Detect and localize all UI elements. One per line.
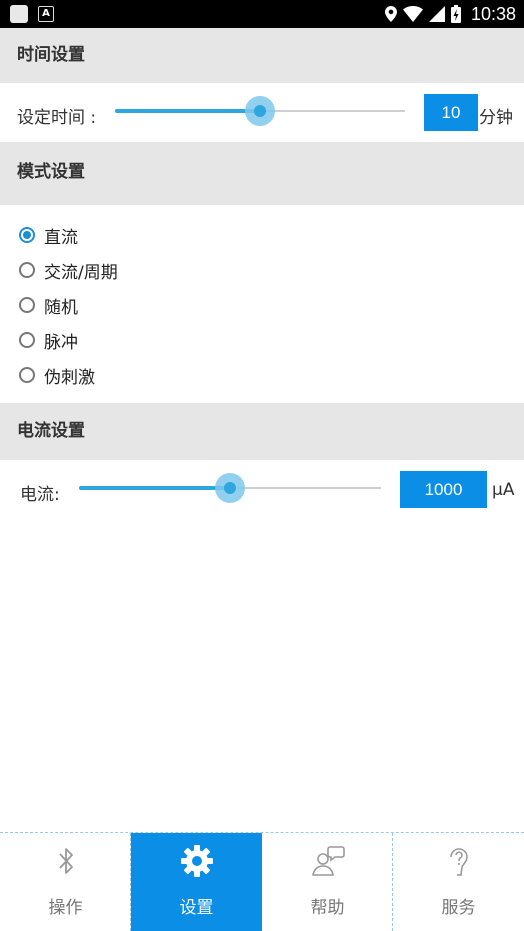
status-bar: A 10:38 bbox=[0, 0, 524, 28]
status-icons: 10:38 bbox=[384, 0, 516, 28]
mode-option-ac[interactable]: 交流/周期 bbox=[19, 255, 118, 285]
radio-button[interactable] bbox=[19, 367, 35, 383]
current-value-field[interactable]: 1000 bbox=[400, 471, 487, 508]
bluetooth-icon bbox=[58, 848, 73, 874]
nav-label: 设置 bbox=[179, 898, 214, 918]
time-settings-header: 时间设置 bbox=[0, 28, 524, 83]
nav-item-settings[interactable]: 设置 bbox=[131, 833, 262, 931]
mode-option-label: 伪刺激 bbox=[44, 367, 95, 388]
radio-button[interactable] bbox=[19, 332, 35, 348]
time-label: 设定时间 : bbox=[17, 108, 97, 128]
location-icon bbox=[384, 6, 397, 22]
gear-icon bbox=[180, 845, 213, 877]
time-unit: 分钟 bbox=[479, 108, 513, 128]
mode-option-label: 随机 bbox=[44, 297, 78, 318]
mode-option-label: 脉冲 bbox=[44, 332, 78, 353]
nav-label: 操作 bbox=[48, 898, 83, 918]
nav-item-operate[interactable]: 操作 bbox=[0, 833, 131, 931]
mode-option-dc[interactable]: 直流 bbox=[19, 220, 78, 250]
current-settings-header: 电流设置 bbox=[0, 403, 524, 460]
notification-a-icon: A bbox=[38, 6, 54, 22]
nav-label: 服务 bbox=[441, 898, 476, 918]
nav-item-help[interactable]: 帮助 bbox=[262, 833, 393, 931]
nav-label: 帮助 bbox=[310, 898, 345, 918]
wifi-icon bbox=[402, 6, 423, 22]
mode-option-random[interactable]: 随机 bbox=[19, 290, 78, 320]
mode-settings-header: 模式设置 bbox=[0, 142, 524, 205]
help-chat-icon bbox=[311, 846, 345, 876]
current-slider-thumb[interactable] bbox=[224, 482, 236, 494]
mode-option-pulse[interactable]: 脉冲 bbox=[19, 325, 78, 355]
current-label: 电流: bbox=[20, 485, 60, 505]
clock: 10:38 bbox=[470, 3, 516, 24]
radio-button[interactable] bbox=[19, 297, 35, 313]
mode-option-label: 交流/周期 bbox=[44, 262, 118, 283]
signal-icon bbox=[428, 6, 445, 22]
bottom-nav: 操作 设置 帮助 服务 bbox=[0, 832, 524, 931]
notification-app-icon bbox=[10, 5, 28, 23]
current-slider-fill bbox=[79, 486, 230, 490]
radio-button[interactable] bbox=[19, 262, 35, 278]
mode-option-sham[interactable]: 伪刺激 bbox=[19, 360, 95, 390]
time-slider-fill bbox=[115, 109, 260, 113]
time-slider-thumb[interactable] bbox=[254, 105, 266, 117]
nav-item-service[interactable]: 服务 bbox=[393, 833, 524, 931]
current-unit: μA bbox=[492, 480, 515, 500]
time-value-field[interactable]: 10 bbox=[424, 94, 478, 131]
radio-button-checked[interactable] bbox=[19, 227, 35, 243]
mode-option-label: 直流 bbox=[44, 227, 78, 248]
service-icon bbox=[449, 848, 468, 876]
battery-icon bbox=[450, 5, 461, 23]
